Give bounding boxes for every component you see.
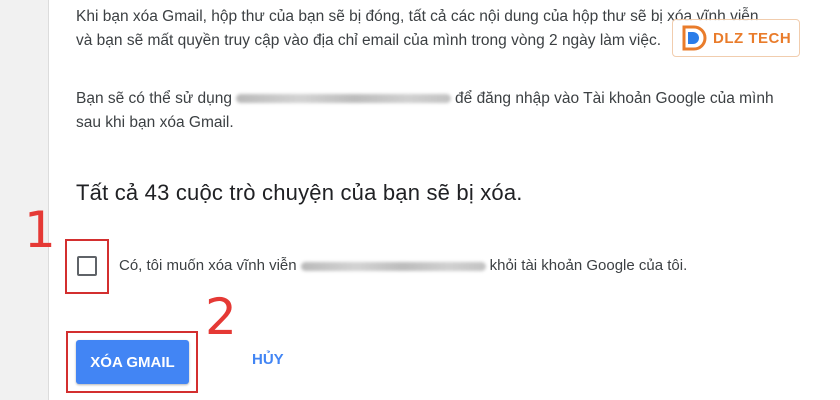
confirm-label-start: Có, tôi muốn xóa vĩnh viễn — [119, 257, 297, 274]
confirm-delete-label: Có, tôi muốn xóa vĩnh viễn khỏi tài khoản… — [119, 257, 687, 274]
redacted-email — [236, 94, 452, 104]
watermark-text: DLZ TECH — [713, 29, 792, 47]
delete-gmail-button[interactable]: XÓA GMAIL — [76, 340, 189, 384]
cancel-button[interactable]: HỦY — [252, 351, 284, 368]
dlz-logo-icon — [682, 25, 707, 51]
screenshot-page: Khi bạn xóa Gmail, hộp thư của bạn sẽ bị… — [0, 0, 840, 400]
dlz-tech-watermark: DLZ TECH — [672, 19, 800, 57]
step-1-marker: 1 — [24, 201, 56, 259]
conversations-heading: Tất cả 43 cuộc trò chuyện của bạn sẽ bị … — [76, 180, 523, 205]
confirm-label-end: khỏi tài khoản Google của tôi. — [489, 257, 688, 274]
confirm-delete-checkbox[interactable] — [77, 256, 97, 276]
login-info-paragraph: Bạn sẽ có thể sử dụng để đăng nhập vào Tà… — [76, 87, 776, 135]
step-2-marker: 2 — [205, 288, 237, 346]
warning-paragraph: Khi bạn xóa Gmail, hộp thư của bạn sẽ bị… — [76, 8, 759, 49]
login-info-text-start: Bạn sẽ có thể sử dụng — [76, 90, 233, 107]
redacted-gmail-address — [300, 261, 486, 271]
